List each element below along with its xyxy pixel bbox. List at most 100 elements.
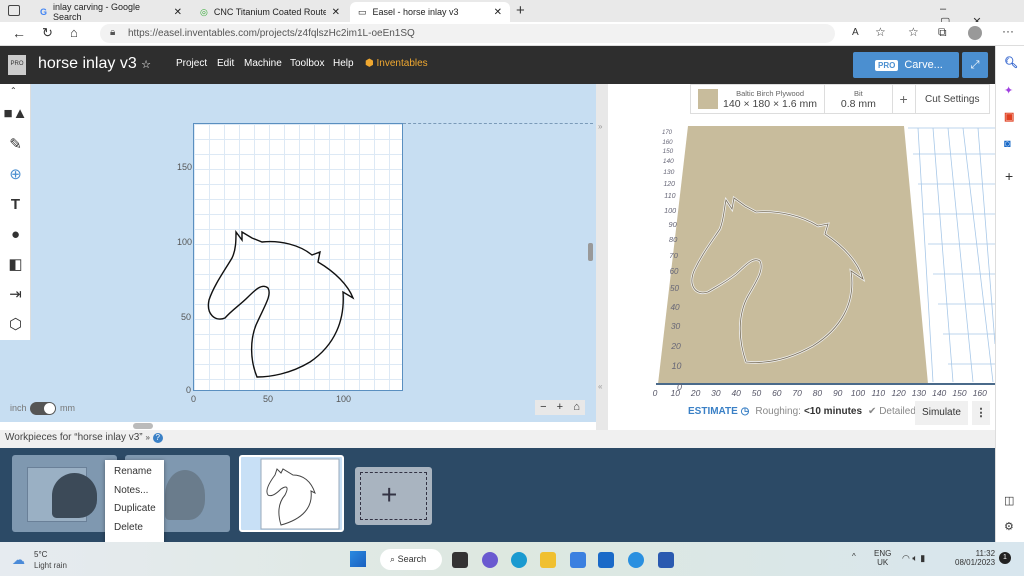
clock-icon: ◷ (740, 406, 750, 417)
preview-x-tick: 70 (792, 388, 802, 398)
office-icon[interactable]: ▣ (1004, 110, 1014, 123)
horse-outline-design[interactable] (0, 0, 596, 430)
preview-x-tick: 0 (652, 388, 658, 398)
clock[interactable]: 11:32 08/01/2023 (955, 549, 995, 567)
outlook-icon[interactable]: ◙ (1004, 138, 1011, 150)
file-explorer-icon[interactable] (540, 552, 556, 568)
pane-divider[interactable]: » « (596, 84, 608, 430)
menu-item-notes[interactable]: Notes... (105, 483, 164, 502)
zoom-controls: − + ⌂ (535, 400, 585, 415)
preview-y-tick: 160 (662, 138, 673, 146)
show-hidden-icons[interactable]: ^ (852, 552, 856, 561)
favorite-icon[interactable]: ☆ (875, 25, 886, 39)
preview-x-tick: 110 (871, 388, 886, 398)
bit-selector[interactable]: Bit 0.8 mm (825, 85, 893, 113)
network-volume-battery-icons[interactable]: ◠ 🔈︎ ▮ (902, 553, 925, 564)
preview-y-tick: 80 (668, 235, 678, 245)
check-icon: ✔ (868, 406, 877, 417)
cut-settings-button[interactable]: Cut Settings (916, 85, 990, 113)
preview-y-axis: 170 160 150 140 130 120 110 100 90 80 70 60 50 40 30 20… (640, 130, 690, 392)
preview-y-tick: 10 (671, 360, 682, 371)
teams-icon[interactable] (482, 552, 498, 568)
estimate-button[interactable]: ESTIMATE ◷ (688, 406, 749, 417)
notification-badge[interactable]: 1 (999, 552, 1011, 564)
y-tick: 50 (181, 312, 192, 322)
search-icon[interactable]: 🔍︎ (1004, 56, 1018, 69)
y-tick: 150 (177, 162, 193, 172)
preview-x-tick: 40 (731, 388, 741, 398)
preview-x-tick: 50 (751, 388, 762, 398)
profile-avatar[interactable] (968, 26, 982, 40)
menu-item-delete[interactable]: Delete (105, 520, 164, 539)
plus-icon: + (381, 479, 398, 510)
collections-icon[interactable]: ⧉ (938, 25, 947, 40)
preview-x-tick: 100 (850, 388, 866, 398)
x-tick: 100 (336, 394, 352, 404)
preview-y-tick: 150 (662, 147, 674, 155)
menu-item-duplicate[interactable]: Duplicate (105, 501, 164, 520)
context-menu: Rename Notes... Duplicate Delete (105, 460, 164, 542)
preview-x-tick: 80 (812, 388, 823, 398)
edge-icon[interactable] (511, 552, 527, 568)
workpiece-thumb-1[interactable] (12, 455, 117, 532)
preview-x-tick: 30 (711, 388, 721, 398)
material-selector[interactable]: Baltic Birch Plywood 140 × 180 × 1.6 mm (691, 85, 826, 113)
expand-icon[interactable]: ⤢ (962, 52, 988, 78)
start-icon[interactable] (350, 551, 366, 567)
outlook-taskbar-icon[interactable] (598, 552, 614, 568)
onedrive-icon[interactable] (570, 552, 586, 568)
taskbar: ☁ 5°C Light rain ⌕ Search ^ ENG UK ◠ 🔈︎ ▮… (0, 542, 1024, 576)
expand-chevron-icon[interactable]: » (145, 433, 149, 442)
task-view-icon[interactable] (452, 552, 468, 568)
panel-resize-handle[interactable] (133, 423, 153, 429)
language-indicator[interactable]: ENG UK (874, 549, 891, 567)
preview-x-tick: 150 (952, 388, 967, 398)
weather-icon[interactable]: ☁ (12, 552, 25, 568)
preview-y-tick: 40 (670, 302, 680, 313)
canvas-scrollbar[interactable] (588, 243, 593, 261)
temperature: 5°C (34, 550, 48, 559)
zoom-app-icon[interactable] (628, 552, 644, 568)
simulate-button[interactable]: Simulate (915, 401, 968, 425)
sidebar-toggle-icon[interactable]: ◫ (1004, 494, 1014, 507)
preview-x-tick: 90 (832, 388, 843, 398)
preview-y-tick: 60 (669, 267, 679, 277)
preview-x-tick: 140 (932, 388, 947, 398)
preview-x-tick: 120 (891, 388, 906, 398)
menu-item-rename[interactable]: Rename (105, 464, 164, 483)
more-icon[interactable]: ··· (1002, 24, 1014, 38)
more-options-icon[interactable]: ⋮ (972, 401, 990, 425)
preview-y-tick: 110 (664, 193, 676, 201)
unit-mm-label: mm (60, 403, 75, 413)
preview-y-tick: 140 (662, 157, 674, 165)
weather-text: Light rain (34, 561, 67, 570)
add-bit-button[interactable]: + (893, 85, 916, 113)
preview-y-tick: 90 (668, 220, 677, 230)
copilot-icon[interactable]: ✦ (1004, 84, 1013, 97)
favorites-icon[interactable]: ☆ (908, 25, 919, 39)
detailed-option[interactable]: ✔ Detailed (868, 406, 916, 417)
preview-x-tick: 60 (772, 388, 782, 398)
preview-y-tick: 170 (661, 130, 672, 136)
zoom-out-button[interactable]: − (540, 400, 546, 415)
estimate-bar: ESTIMATE ◷ Roughing: <10 minutes ✔ Detail… (688, 406, 916, 417)
zoom-in-button[interactable]: + (557, 400, 563, 415)
taskbar-search[interactable]: ⌕ Search (380, 549, 442, 570)
settings-icon[interactable]: ⚙ (1004, 520, 1014, 533)
workpiece-thumb-3-selected[interactable] (239, 455, 344, 532)
preview-y-tick: 20 (671, 340, 681, 351)
preview-y-tick: 50 (670, 284, 680, 294)
read-aloud-icon[interactable]: A (852, 27, 859, 38)
unit-toggle[interactable] (30, 402, 56, 415)
word-icon[interactable] (658, 552, 674, 568)
preview-y-tick: 130 (663, 168, 675, 176)
help-icon[interactable]: ? (152, 433, 163, 443)
preview-y-tick: 70 (669, 250, 678, 260)
home-view-button[interactable]: ⌂ (573, 400, 580, 415)
x-tick: 0 (191, 394, 197, 404)
unit-inch-label: inch (10, 403, 27, 413)
add-sidebar-icon[interactable]: + (1005, 168, 1013, 184)
y-tick: 100 (177, 237, 193, 247)
carve-button[interactable]: PRO Carve... (853, 52, 959, 78)
add-workpiece-button[interactable]: + (355, 467, 432, 525)
